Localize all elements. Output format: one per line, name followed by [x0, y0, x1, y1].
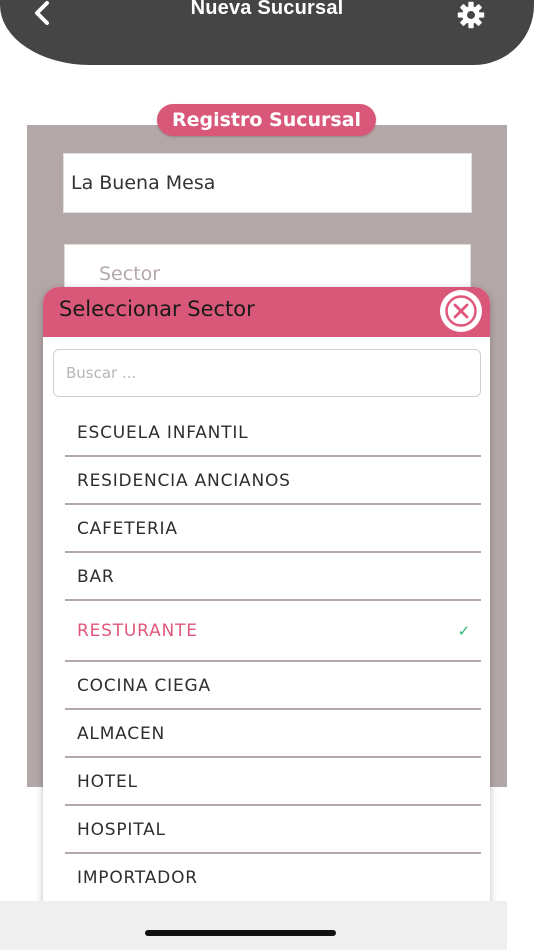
home-indicator[interactable]	[145, 930, 336, 936]
close-button[interactable]	[440, 290, 482, 332]
sector-item-label: IMPORTADOR	[77, 868, 198, 888]
sector-item-importador[interactable]: IMPORTADOR	[65, 854, 481, 902]
sector-list: ESCUELA INFANTIL RESIDENCIA ANCIANOS CAF…	[65, 409, 481, 902]
gear-icon	[457, 1, 485, 29]
app-header: Nueva Sucursal	[0, 0, 534, 65]
sector-item-label: COCINA CIEGA	[77, 676, 211, 696]
sector-item-label: ALMACEN	[77, 724, 166, 744]
sector-item-almacen[interactable]: ALMACEN	[65, 710, 481, 758]
settings-button[interactable]	[454, 0, 488, 30]
sector-item-bar[interactable]: BAR	[65, 553, 481, 601]
sector-item-label: HOSPITAL	[77, 820, 166, 840]
sector-item-label: CAFETERIA	[77, 519, 178, 539]
sector-item-label: RESTURANTE	[77, 621, 198, 641]
sector-item-label: BAR	[77, 567, 115, 587]
close-circle-icon	[445, 295, 477, 327]
bottom-bar	[0, 901, 507, 950]
sector-item-hospital[interactable]: HOSPITAL	[65, 806, 481, 854]
sector-item-label: RESIDENCIA ANCIANOS	[77, 471, 291, 491]
sector-item-label: HOTEL	[77, 772, 138, 792]
check-icon: ✓	[457, 622, 471, 640]
section-label: Registro Sucursal	[157, 104, 376, 136]
modal-header: Seleccionar Sector	[43, 287, 490, 337]
branch-name-field[interactable]: La Buena Mesa	[63, 153, 472, 213]
sector-item-resturante[interactable]: RESTURANTE ✓	[65, 601, 481, 662]
sector-item-cocina-ciega[interactable]: COCINA CIEGA	[65, 662, 481, 710]
sector-select-modal: Seleccionar Sector ESCUELA INFANTIL RESI…	[43, 287, 490, 950]
sector-item-label: ESCUELA INFANTIL	[77, 423, 249, 443]
modal-title: Seleccionar Sector	[59, 297, 255, 321]
sector-item-cafeteria[interactable]: CAFETERIA	[65, 505, 481, 553]
sector-item-residencia-ancianos[interactable]: RESIDENCIA ANCIANOS	[65, 457, 481, 505]
search-input[interactable]	[53, 349, 481, 397]
sector-item-hotel[interactable]: HOTEL	[65, 758, 481, 806]
sector-item-escuela-infantil[interactable]: ESCUELA INFANTIL	[65, 409, 481, 457]
